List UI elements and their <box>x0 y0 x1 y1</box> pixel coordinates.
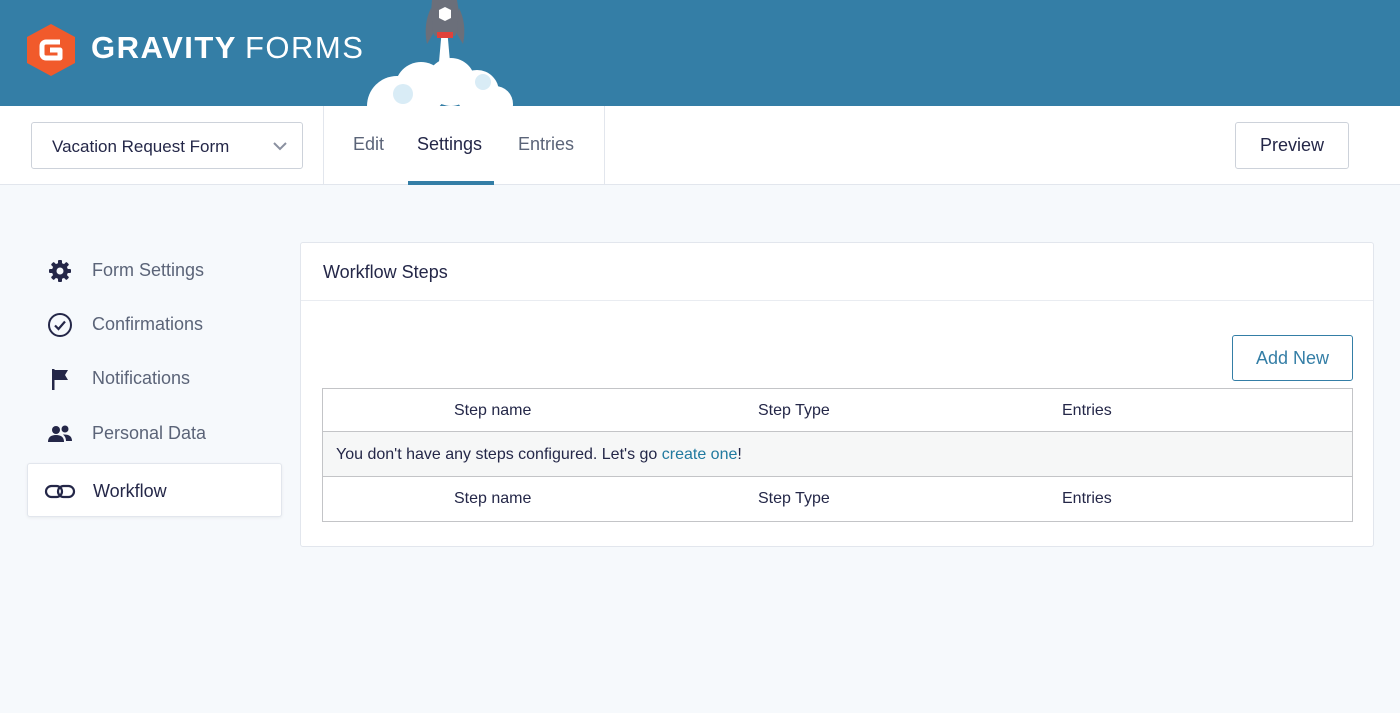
form-selector[interactable]: Vacation Request Form <box>31 122 303 169</box>
empty-message-suffix: ! <box>737 446 742 463</box>
brand-name-bold: GRAVITY <box>91 30 237 65</box>
sidebar-item-notifications[interactable]: Notifications <box>27 351 282 405</box>
tab-settings[interactable]: Settings <box>417 134 482 155</box>
flag-icon <box>52 369 68 390</box>
app-header: GRAVITY FORMS <box>0 0 1400 106</box>
create-one-link[interactable]: create one <box>662 446 738 463</box>
column-footer-step-name: Step name <box>454 490 532 507</box>
active-tab-indicator <box>408 181 494 185</box>
gravity-forms-logo-icon <box>27 24 75 76</box>
table-footer-row: Step name Step Type Entries <box>323 477 1352 521</box>
column-header-entries[interactable]: Entries <box>1062 402 1112 420</box>
gear-icon <box>49 260 71 282</box>
workflow-icon <box>44 484 76 499</box>
panel-title: Workflow Steps <box>323 262 448 282</box>
rocket-illustration-icon <box>367 0 513 106</box>
sidebar-item-label: Personal Data <box>92 423 207 443</box>
preview-button[interactable]: Preview <box>1235 122 1349 169</box>
toolbar-divider <box>604 106 605 185</box>
panel-header: Workflow Steps <box>301 243 1373 301</box>
workflow-steps-panel: Workflow Steps Add New Step name Step Ty… <box>300 242 1374 547</box>
sidebar-item-confirmations[interactable]: Confirmations <box>27 297 282 351</box>
sidebar-item-label: Notifications <box>92 368 191 388</box>
column-footer-entries: Entries <box>1062 490 1112 507</box>
sidebar-item-label: Confirmations <box>92 314 204 334</box>
sidebar-item-form-settings[interactable]: Form Settings <box>27 243 282 297</box>
column-footer-step-type: Step Type <box>758 490 830 507</box>
column-header-step-type[interactable]: Step Type <box>758 402 830 420</box>
tab-entries[interactable]: Entries <box>518 134 574 155</box>
tab-edit[interactable]: Edit <box>353 134 384 155</box>
table-header-row: Step name Step Type Entries <box>323 389 1352 432</box>
column-header-step-name[interactable]: Step name <box>454 402 531 420</box>
sidebar-item-label: Workflow <box>93 481 167 501</box>
brand-name-light: FORMS <box>245 30 365 65</box>
brand-name: GRAVITY FORMS <box>91 30 364 66</box>
people-icon <box>48 425 72 442</box>
empty-message: You don't have any steps configured. Let… <box>336 446 742 464</box>
sidebar-item-personal-data[interactable]: Personal Data <box>27 406 282 460</box>
form-toolbar: Vacation Request Form Edit Settings Entr… <box>0 106 1400 185</box>
sidebar-item-workflow[interactable]: Workflow <box>27 463 282 517</box>
empty-table-row: You don't have any steps configured. Let… <box>323 432 1352 477</box>
sidebar-item-label: Form Settings <box>92 260 205 280</box>
form-selector-value: Vacation Request Form <box>52 137 230 156</box>
chevron-down-icon <box>273 142 287 151</box>
workflow-steps-table: Step name Step Type Entries You don't ha… <box>322 388 1353 522</box>
toolbar-divider <box>323 106 324 185</box>
check-circle-icon <box>48 313 72 337</box>
empty-message-text: You don't have any steps configured. Let… <box>336 446 662 463</box>
add-new-button[interactable]: Add New <box>1232 335 1353 381</box>
